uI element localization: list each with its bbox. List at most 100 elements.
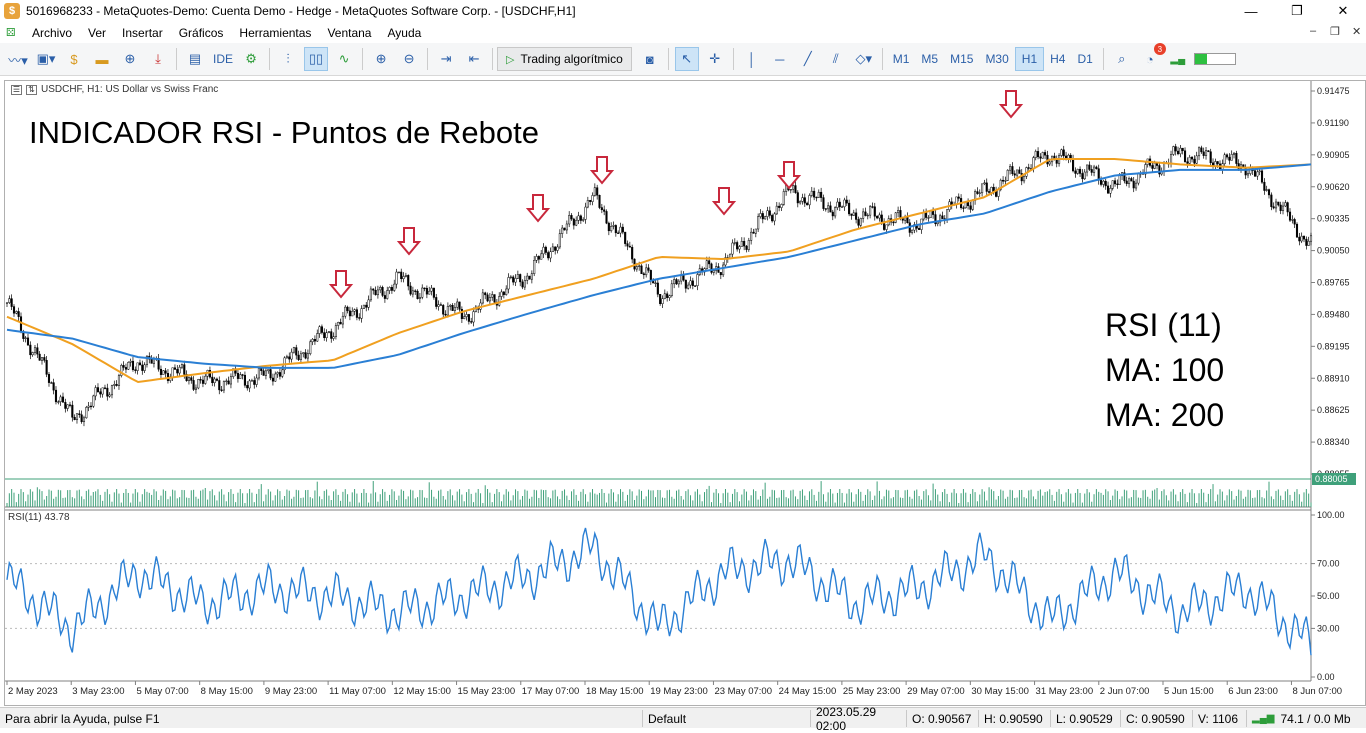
channel-icon[interactable]: ⫽	[824, 47, 848, 71]
candle-body	[803, 197, 806, 204]
screenshot-icon[interactable]: ◙	[638, 47, 662, 71]
mdi-close-button[interactable]: ✕	[1352, 25, 1361, 38]
restore-button[interactable]: ❐	[1274, 0, 1320, 22]
ide-button[interactable]: IDE	[209, 52, 237, 66]
one-click-trading-icon[interactable]: ⇅	[26, 84, 37, 95]
new-chart-button[interactable]: 〰▾	[6, 47, 30, 71]
algo-trading-button[interactable]: ▷ Trading algorítmico	[497, 47, 632, 71]
timeframe-h1[interactable]: H1	[1014, 47, 1045, 71]
data-window-button[interactable]: ⊕	[118, 47, 142, 71]
timeframe-h4[interactable]: H4	[1044, 47, 1071, 71]
timeframe-d1[interactable]: D1	[1071, 47, 1098, 71]
candle-body	[486, 294, 489, 302]
menu-insertar[interactable]: Insertar	[114, 26, 171, 40]
rsi-tick-label: 30.00	[1317, 623, 1340, 633]
candle-body	[1279, 204, 1282, 211]
zoom-in-icon[interactable]: ⊕	[369, 47, 393, 71]
line-chart-button[interactable]: ∿	[332, 47, 356, 71]
search-icon[interactable]: ⌕	[1110, 47, 1134, 71]
menu-graficos[interactable]: Gráficos	[171, 26, 232, 40]
chart-window[interactable]: 0.91475 0.91190 0.90905 0.90620 0.90335 0.900…	[4, 80, 1366, 706]
horizontal-line-icon[interactable]: ─	[768, 47, 792, 71]
chart-shift-button[interactable]: ⇤	[462, 47, 486, 71]
candle-body	[1307, 240, 1310, 246]
zoom-out-icon[interactable]: ⊖	[397, 47, 421, 71]
menu-archivo[interactable]: Archivo	[24, 26, 80, 40]
candle-body	[1190, 156, 1194, 160]
candle-body	[472, 311, 475, 323]
candle-body	[418, 297, 421, 299]
menu-herramientas[interactable]: Herramientas	[231, 26, 319, 40]
candle-body	[467, 314, 470, 322]
candle-body	[425, 287, 428, 295]
candle-body	[843, 199, 846, 208]
settings-icon[interactable]: ⚙	[239, 47, 263, 71]
candle-body	[971, 200, 974, 210]
candle-body	[183, 364, 186, 375]
window-title: 5016968233 - MetaQuotes-Demo: Cuenta Dem…	[26, 4, 576, 18]
candle-body	[1107, 185, 1110, 194]
timeframe-m15[interactable]: M15	[944, 47, 979, 71]
candle-body	[330, 331, 333, 339]
candle-body	[1281, 205, 1285, 211]
candle-body	[502, 291, 505, 295]
minimize-button[interactable]: —	[1228, 0, 1274, 22]
notifications-icon[interactable]: ◔ 3	[1138, 43, 1166, 71]
candle-body	[640, 265, 643, 274]
menu-ayuda[interactable]: Ayuda	[379, 26, 429, 40]
shapes-icon[interactable]: ◇▾	[852, 47, 876, 71]
candle-body	[192, 380, 195, 390]
candle-body	[437, 304, 440, 307]
terminal-button[interactable]: ▤	[183, 47, 207, 71]
candle-body	[617, 232, 620, 234]
crosshair-icon[interactable]: ✛	[703, 47, 727, 71]
candle-body	[850, 213, 853, 216]
menu-ventana[interactable]: Ventana	[319, 26, 379, 40]
strategy-tester-button[interactable]: ⤓	[146, 47, 170, 71]
candle-body	[180, 364, 184, 368]
menu-ver[interactable]: Ver	[80, 26, 114, 40]
trendline-icon[interactable]: ╱	[796, 47, 820, 71]
navigator-button[interactable]: ▬	[90, 47, 114, 71]
candle-body	[45, 360, 48, 375]
mdi-restore-button[interactable]: ❐	[1330, 25, 1340, 38]
candle-body	[444, 313, 447, 316]
candle-body	[964, 202, 967, 209]
chart-type-button[interactable]: ▣▾	[34, 47, 58, 71]
bar-chart-button[interactable]: ⫶	[276, 47, 300, 71]
candle-body	[528, 275, 531, 280]
candle-body	[852, 212, 855, 216]
candle-body	[127, 362, 130, 370]
candle-body	[1088, 164, 1091, 170]
candle-body	[614, 225, 617, 234]
cursor-icon[interactable]: ↖	[674, 47, 699, 71]
status-profile[interactable]: Default	[642, 710, 810, 727]
candle-body	[409, 285, 412, 295]
chart-menu-icon[interactable]: ☰	[11, 84, 22, 95]
market-watch-button[interactable]: $	[62, 47, 86, 71]
candle-body	[1260, 170, 1264, 183]
vertical-line-icon[interactable]: │	[740, 47, 764, 71]
time-label: 31 May 23:00	[1036, 686, 1094, 697]
candle-body	[992, 186, 995, 192]
price-tick-label: 0.91190	[1317, 118, 1349, 128]
candle-body	[677, 280, 680, 285]
status-high: H: 0.90590	[978, 710, 1050, 727]
candle-body	[544, 246, 547, 253]
candle-body	[689, 280, 692, 286]
candlestick-chart-button[interactable]: ▯▯	[304, 47, 329, 71]
mdi-minimize-button[interactable]: –	[1310, 25, 1316, 37]
timeframe-m5[interactable]: M5	[915, 47, 944, 71]
autoscroll-button[interactable]: ⇥	[434, 47, 458, 71]
candle-body	[68, 404, 72, 406]
candle-body	[670, 283, 673, 296]
close-button[interactable]: ✕	[1320, 0, 1366, 22]
timeframe-m1[interactable]: M1	[887, 47, 916, 71]
candle-body	[988, 191, 991, 193]
rsi-line	[6, 527, 1312, 656]
candle-body	[1263, 181, 1266, 191]
candle-body	[302, 352, 305, 355]
candle-body	[1027, 167, 1030, 169]
timeframe-m30[interactable]: M30	[979, 47, 1014, 71]
candle-body	[376, 289, 379, 296]
